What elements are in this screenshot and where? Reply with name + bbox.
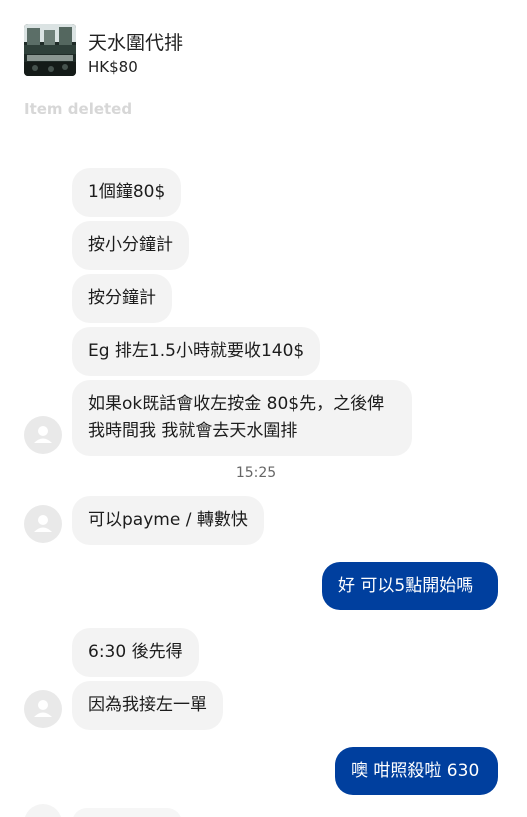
- listing-header[interactable]: 天水圍代排 HK$80: [24, 24, 504, 80]
- user-avatar-icon[interactable]: [24, 690, 62, 728]
- user-avatar-icon: [24, 804, 62, 817]
- incoming-message: 1個鐘80$: [72, 168, 182, 217]
- incoming-message: 因為我接左一單: [72, 681, 223, 730]
- user-avatar-icon[interactable]: [24, 416, 62, 454]
- listing-title: 天水圍代排: [88, 32, 184, 54]
- incoming-message: Eg 排左1.5小時就要收140$: [72, 327, 321, 376]
- incoming-message: 按小分鐘計: [72, 221, 189, 270]
- incoming-message-partial: [72, 808, 182, 817]
- listing-photo-icon: [24, 24, 76, 76]
- incoming-message: 可以payme / 轉數快: [72, 496, 264, 545]
- incoming-message: 6:30 後先得: [72, 628, 199, 677]
- outgoing-message: 噢 咁照殺啦 630: [335, 747, 498, 795]
- user-avatar-icon[interactable]: [24, 505, 62, 543]
- incoming-message: 按分鐘計: [72, 274, 172, 323]
- listing-thumbnail[interactable]: [24, 24, 76, 76]
- message-timestamp: 15:25: [235, 465, 277, 481]
- incoming-message: 如果ok既話會收左按金 80$先，之後俾我時間我 我就會去天水圍排: [72, 380, 412, 456]
- chat-screen: 天水圍代排 HK$80 Item deleted 1個鐘80$ 按小分鐘計 按分…: [0, 0, 527, 817]
- outgoing-message: 好 可以5點開始嗎: [322, 562, 498, 610]
- listing-price: HK$80: [88, 58, 138, 76]
- item-deleted-notice: Item deleted: [24, 100, 133, 118]
